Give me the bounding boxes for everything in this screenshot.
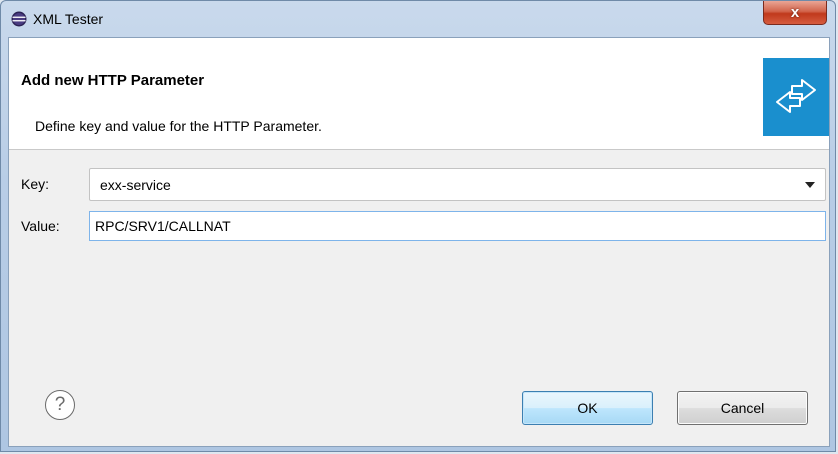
eclipse-icon	[11, 11, 27, 27]
key-value: exx-service	[100, 176, 171, 193]
dialog-content: Add new HTTP Parameter Define key and va…	[8, 37, 830, 447]
ok-button[interactable]: OK	[522, 391, 653, 425]
chevron-down-icon[interactable]	[805, 182, 815, 188]
value-label: Value:	[21, 218, 60, 234]
key-label: Key:	[21, 176, 50, 192]
dialog-window: XML Tester x Add new HTTP Parameter Defi…	[0, 0, 836, 452]
value-input[interactable]	[89, 211, 826, 241]
page-description: Define key and value for the HTTP Parame…	[35, 118, 322, 134]
close-button[interactable]: x	[763, 1, 827, 25]
swap-arrows-icon	[776, 79, 816, 113]
help-icon: ?	[54, 394, 66, 415]
window-title: XML Tester	[33, 11, 104, 27]
page-title: Add new HTTP Parameter	[21, 72, 205, 89]
cancel-button[interactable]: Cancel	[677, 391, 808, 425]
form-area: Key: exx-service Value: ? OK Cancel	[9, 150, 829, 446]
close-icon: x	[790, 4, 800, 21]
key-combo[interactable]: exx-service	[89, 168, 826, 201]
help-button[interactable]: ?	[45, 390, 75, 420]
dialog-header: Add new HTTP Parameter Define key and va…	[9, 38, 829, 150]
banner-image	[763, 58, 829, 136]
title-bar[interactable]: XML Tester x	[1, 1, 835, 37]
